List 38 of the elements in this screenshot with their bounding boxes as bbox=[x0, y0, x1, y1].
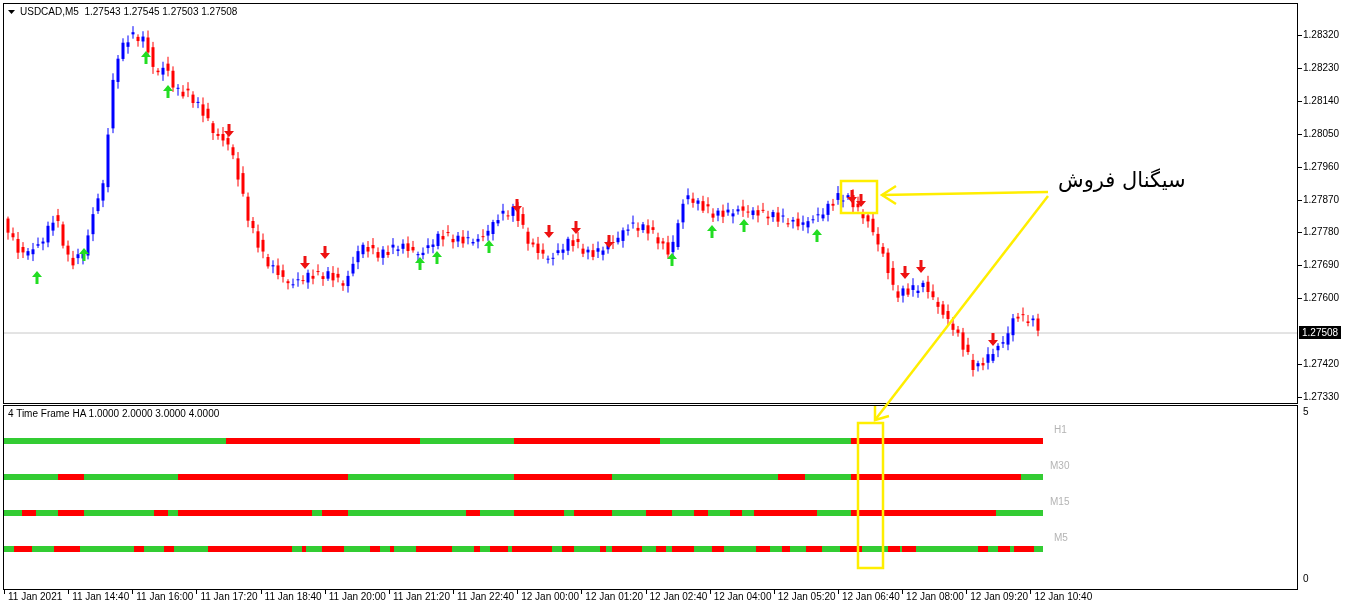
price-label: 1.27690 bbox=[1298, 259, 1340, 272]
price-label: 1.27960 bbox=[1298, 160, 1340, 173]
time-label: 11 Jan 20:00 bbox=[324, 590, 386, 602]
time-label: 11 Jan 17:20 bbox=[196, 590, 258, 602]
price-label: 1.27870 bbox=[1298, 193, 1340, 206]
timeframe-label: M5 bbox=[1054, 532, 1068, 543]
price-label: 1.28320 bbox=[1298, 29, 1340, 41]
current-price-label: 1.27508 bbox=[1299, 326, 1342, 339]
time-label: 12 Jan 00:00 bbox=[517, 590, 579, 602]
time-label: 12 Jan 06:40 bbox=[837, 590, 900, 602]
time-label: 12 Jan 01:20 bbox=[581, 590, 644, 602]
time-label: 11 Jan 18:40 bbox=[260, 590, 322, 602]
price-label: 1.27420 bbox=[1298, 358, 1340, 371]
time-label: 11 Jan 14:40 bbox=[68, 590, 130, 602]
time-label: 12 Jan 09:20 bbox=[966, 590, 1029, 602]
price-label: 1.28050 bbox=[1298, 127, 1340, 140]
time-label: 11 Jan 16:00 bbox=[132, 590, 194, 602]
timeframe-label: M30 bbox=[1050, 460, 1070, 471]
chart-header: USDCAD,M5 1.27543 1.27545 1.27503 1.27508 bbox=[20, 6, 238, 17]
time-label: 12 Jan 05:20 bbox=[773, 590, 836, 602]
price-label: 1.27600 bbox=[1298, 292, 1340, 305]
indicator-title: 4 Time Frame HA 1.0000 2.0000 3.0000 4.0000 bbox=[8, 408, 220, 419]
time-label: 11 Jan 21:20 bbox=[388, 590, 450, 602]
time-label: 12 Jan 10:40 bbox=[1030, 590, 1093, 602]
price-label: 1.28140 bbox=[1298, 94, 1340, 107]
time-label: 12 Jan 04:00 bbox=[709, 590, 772, 602]
price-label: 1.28230 bbox=[1298, 61, 1340, 74]
timeframe-label: M15 bbox=[1050, 496, 1070, 507]
time-label: 11 Jan 2021 bbox=[4, 590, 63, 602]
scale-label: 0 bbox=[1303, 573, 1309, 584]
time-label: 11 Jan 22:40 bbox=[453, 590, 515, 602]
timeframe-label: H1 bbox=[1054, 424, 1067, 435]
scale-label: 5 bbox=[1303, 406, 1309, 417]
price-label: 1.27780 bbox=[1298, 226, 1340, 239]
time-label: 12 Jan 02:40 bbox=[645, 590, 708, 602]
price-label: 1.27330 bbox=[1298, 391, 1340, 403]
time-label: 12 Jan 08:00 bbox=[902, 590, 964, 602]
annotation-label: سیگنال فروش bbox=[1058, 168, 1186, 192]
